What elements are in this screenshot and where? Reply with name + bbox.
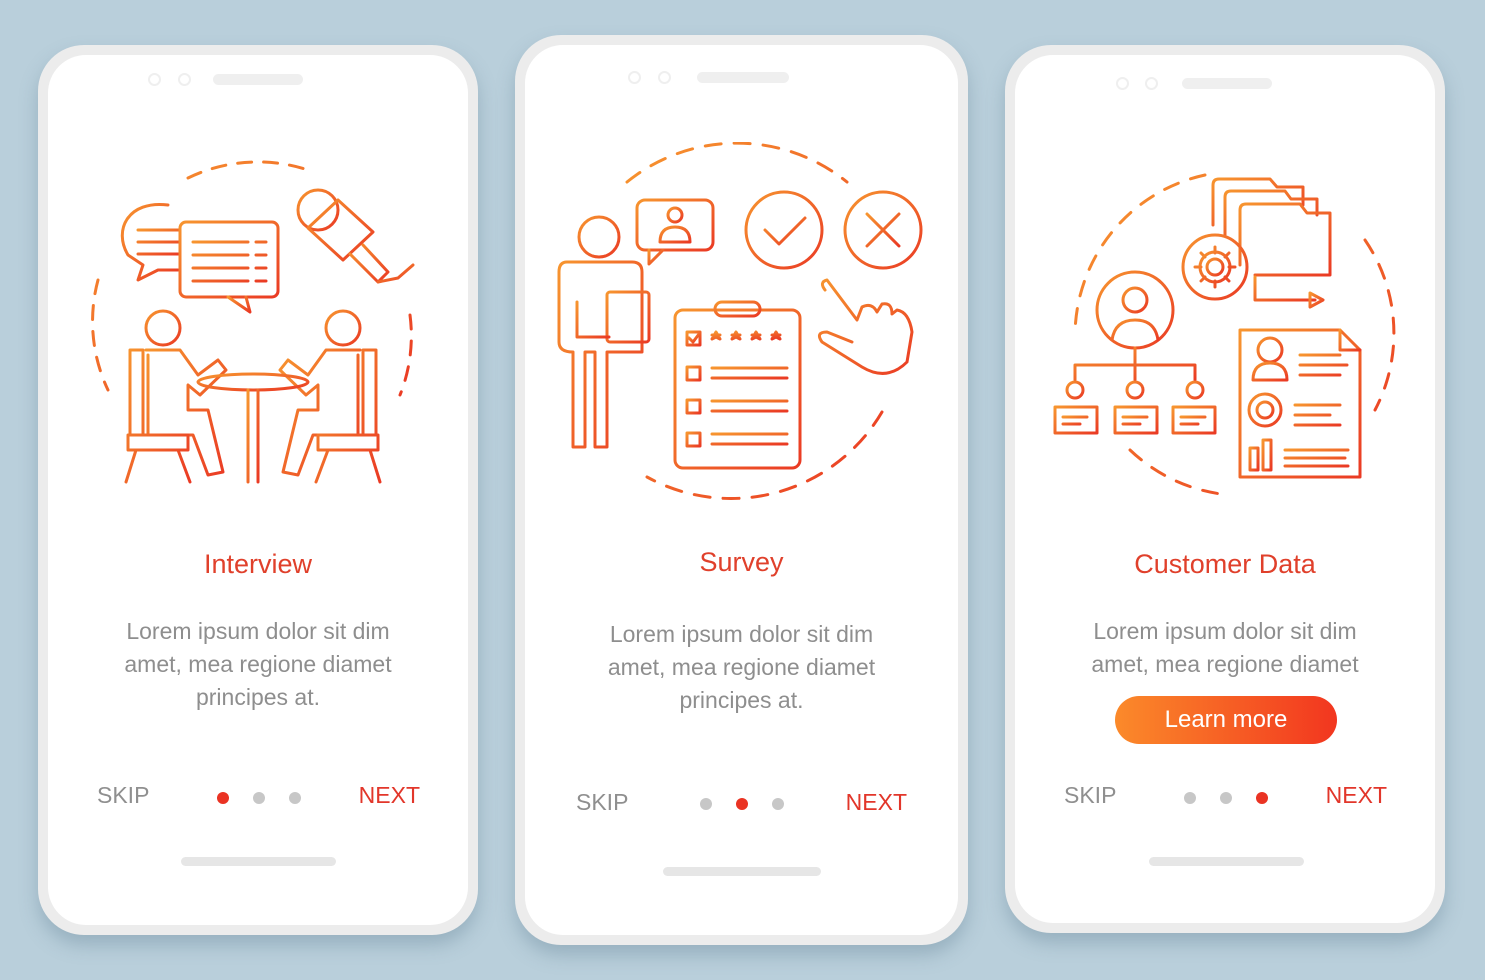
next-button[interactable]: NEXT	[359, 782, 420, 809]
profile-chat-bubble-icon	[635, 198, 714, 266]
home-indicator[interactable]	[1149, 857, 1304, 866]
screen-description: Lorem ipsum dolor sit dim amet, mea regi…	[525, 618, 958, 717]
camera-dot	[628, 71, 641, 84]
next-button[interactable]: NEXT	[1326, 782, 1387, 809]
phone-customer-data: Customer Data Lorem ipsum dolor sit dim …	[1005, 45, 1445, 933]
screen-title: Survey	[699, 547, 784, 577]
check-circle-icon	[744, 190, 823, 270]
people-at-table-icon	[124, 309, 382, 484]
next-button[interactable]: NEXT	[846, 789, 907, 816]
onboarding-screen-customer-data: Customer Data Lorem ipsum dolor sit dim …	[1015, 55, 1435, 923]
page-dot[interactable]	[700, 798, 712, 810]
customer-avatar-icon	[1095, 270, 1175, 350]
page-dot[interactable]	[253, 792, 265, 804]
chat-bubbles-icon	[120, 202, 280, 314]
page-dot[interactable]	[1220, 792, 1232, 804]
survey-illustration	[525, 142, 958, 512]
camera-dot	[658, 71, 671, 84]
description-line: amet, mea regione diamet	[1091, 651, 1359, 677]
screen-description: Lorem ipsum dolor sit dim amet, mea regi…	[48, 615, 468, 714]
description-line: Lorem ipsum dolor sit dim	[1093, 618, 1357, 644]
interview-illustration	[48, 160, 468, 500]
page-dot[interactable]	[289, 792, 301, 804]
speaker-bar	[697, 72, 789, 83]
screen-title: Interview	[203, 549, 313, 579]
skip-button[interactable]: SKIP	[97, 782, 149, 809]
skip-button[interactable]: SKIP	[1064, 782, 1116, 809]
settings-gear-icon	[1181, 233, 1249, 301]
phone-interview: Interview Lorem ipsum dolor sit dim amet…	[38, 45, 478, 935]
cross-circle-icon	[843, 190, 922, 270]
person-holding-folder-icon	[557, 215, 650, 449]
customer-data-illustration	[1015, 165, 1435, 505]
camera-dot	[148, 73, 161, 86]
camera-dot	[1145, 77, 1158, 90]
folders-icon	[1211, 177, 1332, 309]
screen-title: Customer Data	[1134, 549, 1316, 579]
camera-dot	[1116, 77, 1129, 90]
speaker-bar	[213, 74, 303, 85]
clipboard-checklist-icon	[673, 300, 801, 470]
page-dot-active[interactable]	[1256, 792, 1268, 804]
home-indicator[interactable]	[663, 867, 821, 876]
screen-description: Lorem ipsum dolor sit dim amet, mea regi…	[1015, 615, 1435, 681]
page-dot[interactable]	[1184, 792, 1196, 804]
page-indicator	[700, 798, 784, 810]
phone-survey: Survey Lorem ipsum dolor sit dim amet, m…	[515, 35, 968, 945]
profile-document-icon	[1238, 328, 1362, 479]
speaker-bar	[1182, 78, 1272, 89]
camera-dot	[178, 73, 191, 86]
org-chart-icon	[1053, 346, 1217, 435]
pointing-hand-icon	[817, 278, 913, 375]
page-dot[interactable]	[772, 798, 784, 810]
description-line: Lorem ipsum dolor sit dim	[609, 621, 874, 647]
description-line: amet, mea regione diamet	[607, 654, 876, 680]
description-line: principes at.	[679, 687, 804, 713]
learn-more-button[interactable]: Learn more	[1115, 696, 1337, 744]
onboarding-screen-interview: Interview Lorem ipsum dolor sit dim amet…	[48, 55, 468, 925]
description-line: Lorem ipsum dolor sit dim	[126, 618, 390, 644]
description-line: amet, mea regione diamet	[124, 651, 392, 677]
home-indicator[interactable]	[181, 857, 336, 866]
page-dot-active[interactable]	[217, 792, 229, 804]
onboarding-screen-survey: Survey Lorem ipsum dolor sit dim amet, m…	[525, 45, 958, 935]
page-dot-active[interactable]	[736, 798, 748, 810]
microphone-icon	[296, 188, 415, 284]
skip-button[interactable]: SKIP	[576, 789, 628, 816]
page-indicator	[217, 792, 301, 804]
description-line: principes at.	[195, 684, 320, 710]
page-indicator	[1184, 792, 1268, 804]
